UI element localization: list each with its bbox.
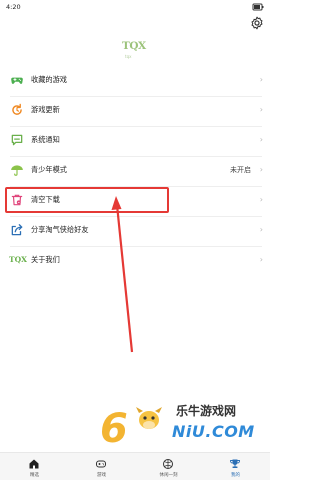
tab-label: 游戏	[97, 473, 106, 478]
menu-item-teen-mode[interactable]: 青少年模式 未开启 ›	[0, 156, 270, 186]
gamepad-icon	[11, 77, 23, 84]
watermark: 6 乐牛游戏网 NiU.COM	[100, 400, 270, 452]
menu-label: 收藏的游戏	[31, 75, 67, 84]
chevron-right-icon: ›	[259, 225, 263, 234]
tab-casual[interactable]: 休闲一刻	[135, 453, 202, 481]
share-icon	[11, 224, 23, 236]
menu-item-favorites[interactable]: 收藏的游戏 ›	[0, 66, 270, 96]
status-time: 4:20	[6, 3, 21, 11]
chevron-right-icon: ›	[259, 75, 263, 84]
refresh-icon	[12, 103, 22, 115]
tab-featured[interactable]: 精选	[1, 453, 68, 481]
battery-icon	[252, 3, 264, 11]
highlight-box	[5, 187, 169, 213]
bottom-tab-bar: 精选 游戏 休闲一刻 我的	[0, 452, 270, 480]
controller-icon	[96, 460, 106, 468]
tqx-icon: TQX	[9, 255, 27, 264]
logo-subtext: tqx	[125, 54, 132, 59]
umbrella-icon	[11, 165, 23, 176]
tab-mine[interactable]: 我的	[202, 453, 269, 481]
ball-icon	[163, 459, 173, 469]
menu-label: 青少年模式	[31, 165, 67, 174]
cow-mascot-icon	[136, 407, 162, 429]
tab-games[interactable]: 游戏	[68, 453, 135, 481]
watermark-digit: 6	[100, 406, 128, 452]
message-icon	[11, 134, 23, 146]
tab-label: 我的	[231, 473, 240, 478]
menu-label: 游戏更新	[31, 105, 60, 114]
tab-label: 休闲一刻	[159, 473, 178, 478]
menu-label: 分享淘气侠给好友	[31, 225, 89, 234]
logo-text: TQX	[122, 40, 146, 52]
trophy-icon	[230, 459, 240, 468]
app-logo: TQX tqx	[122, 40, 150, 64]
chevron-right-icon: ›	[259, 195, 263, 204]
chevron-right-icon: ›	[259, 165, 263, 174]
menu-label: 系统通知	[31, 135, 60, 144]
tab-label: 精选	[30, 473, 39, 478]
menu-item-about-us[interactable]: TQX 关于我们 ›	[0, 246, 270, 276]
chevron-right-icon: ›	[259, 105, 263, 114]
menu-item-share-app[interactable]: 分享淘气侠给好友 ›	[0, 216, 270, 246]
menu-label: 关于我们	[31, 255, 60, 264]
status-bar: 4:20	[0, 0, 270, 14]
watermark-title: 乐牛游戏网	[176, 404, 237, 418]
chevron-right-icon: ›	[259, 135, 263, 144]
watermark-url: NiU.COM	[172, 422, 255, 441]
teen-mode-status: 未开启	[230, 166, 251, 174]
chevron-right-icon: ›	[259, 255, 263, 264]
gear-icon[interactable]	[250, 16, 264, 30]
menu-item-game-updates[interactable]: 游戏更新 ›	[0, 96, 270, 126]
menu-item-system-notifications[interactable]: 系统通知 ›	[0, 126, 270, 156]
home-icon	[29, 459, 39, 469]
